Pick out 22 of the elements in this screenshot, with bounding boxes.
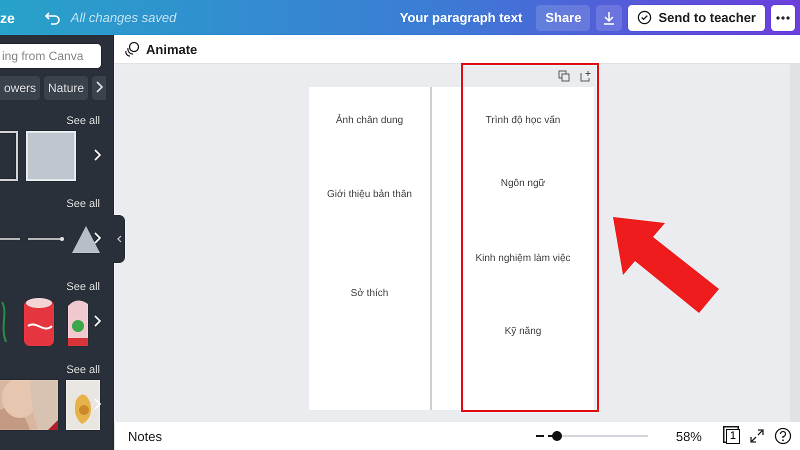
see-all-link[interactable]: See all [66,198,100,210]
see-all-link[interactable]: See all [66,364,100,376]
see-all-link[interactable]: See all [66,280,100,292]
animate-button[interactable]: Animate [124,41,198,57]
text-element[interactable]: Trình độ học vấn [452,115,594,126]
text-element[interactable]: Ngôn ngữ [452,178,594,189]
category-chip[interactable]: owers [0,76,40,100]
save-status: All changes saved [70,10,176,25]
category-chip[interactable]: Nature [44,76,88,100]
text-element[interactable]: Sở thích [309,288,430,299]
see-all-link[interactable]: See all [66,114,100,126]
text-element[interactable]: Giới thiệu bản thân [309,189,430,200]
page-count-button[interactable]: 1 [726,428,740,444]
document-title[interactable]: Your paragraph text [400,10,522,25]
text-element[interactable]: Kinh nghiệm làm việc [452,253,594,264]
share-button[interactable]: Share [536,4,590,30]
text-element[interactable]: Ảnh chân dung [309,115,430,126]
search-field[interactable]: ing from Canva [0,44,101,68]
text-element[interactable]: Kỹ năng [452,326,594,337]
notes-button[interactable]: Notes [128,428,162,444]
send-to-teacher-button[interactable]: Send to teacher [628,4,765,30]
zoom-percentage: 58% [676,428,702,444]
